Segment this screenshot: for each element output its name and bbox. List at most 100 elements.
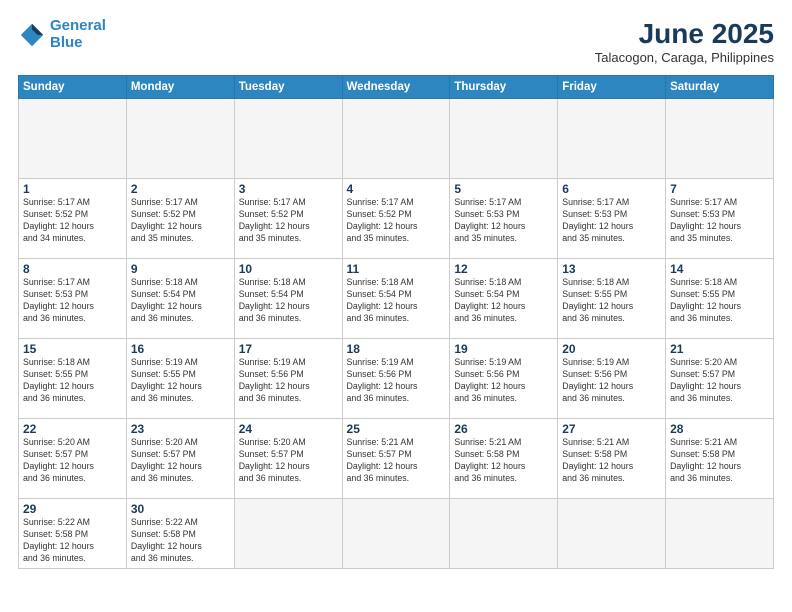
- calendar: SundayMondayTuesdayWednesdayThursdayFrid…: [18, 75, 774, 569]
- month-title: June 2025: [595, 18, 774, 50]
- calendar-cell: 6 Sunrise: 5:17 AMSunset: 5:53 PMDayligh…: [558, 179, 666, 259]
- col-header-sunday: Sunday: [19, 76, 127, 99]
- calendar-week-0: [19, 99, 774, 179]
- calendar-cell: [234, 99, 342, 179]
- calendar-cell: [558, 99, 666, 179]
- calendar-cell: 23 Sunrise: 5:20 AMSunset: 5:57 PMDaylig…: [126, 419, 234, 499]
- day-info: Sunrise: 5:18 AMSunset: 5:54 PMDaylight:…: [131, 277, 202, 323]
- location: Talacogon, Caraga, Philippines: [595, 50, 774, 65]
- calendar-cell: 24 Sunrise: 5:20 AMSunset: 5:57 PMDaylig…: [234, 419, 342, 499]
- calendar-cell: [666, 99, 774, 179]
- day-info: Sunrise: 5:20 AMSunset: 5:57 PMDaylight:…: [670, 357, 741, 403]
- logo-icon: [18, 21, 46, 49]
- day-info: Sunrise: 5:21 AMSunset: 5:58 PMDaylight:…: [562, 437, 633, 483]
- day-info: Sunrise: 5:19 AMSunset: 5:56 PMDaylight:…: [347, 357, 418, 403]
- day-info: Sunrise: 5:20 AMSunset: 5:57 PMDaylight:…: [23, 437, 94, 483]
- calendar-cell: 27 Sunrise: 5:21 AMSunset: 5:58 PMDaylig…: [558, 419, 666, 499]
- day-info: Sunrise: 5:18 AMSunset: 5:54 PMDaylight:…: [454, 277, 525, 323]
- day-info: Sunrise: 5:22 AMSunset: 5:58 PMDaylight:…: [131, 517, 202, 563]
- day-info: Sunrise: 5:21 AMSunset: 5:58 PMDaylight:…: [670, 437, 741, 483]
- day-number: 17: [239, 342, 338, 356]
- calendar-cell: 3 Sunrise: 5:17 AMSunset: 5:52 PMDayligh…: [234, 179, 342, 259]
- calendar-cell: 9 Sunrise: 5:18 AMSunset: 5:54 PMDayligh…: [126, 259, 234, 339]
- col-header-friday: Friday: [558, 76, 666, 99]
- title-block: June 2025 Talacogon, Caraga, Philippines: [595, 18, 774, 65]
- calendar-cell: 2 Sunrise: 5:17 AMSunset: 5:52 PMDayligh…: [126, 179, 234, 259]
- calendar-cell: 17 Sunrise: 5:19 AMSunset: 5:56 PMDaylig…: [234, 339, 342, 419]
- day-info: Sunrise: 5:18 AMSunset: 5:55 PMDaylight:…: [562, 277, 633, 323]
- calendar-header-row: SundayMondayTuesdayWednesdayThursdayFrid…: [19, 76, 774, 99]
- day-number: 20: [562, 342, 661, 356]
- calendar-cell: 12 Sunrise: 5:18 AMSunset: 5:54 PMDaylig…: [450, 259, 558, 339]
- calendar-cell: 22 Sunrise: 5:20 AMSunset: 5:57 PMDaylig…: [19, 419, 127, 499]
- calendar-cell: [342, 99, 450, 179]
- calendar-cell: 18 Sunrise: 5:19 AMSunset: 5:56 PMDaylig…: [342, 339, 450, 419]
- day-info: Sunrise: 5:17 AMSunset: 5:53 PMDaylight:…: [670, 197, 741, 243]
- calendar-week-5: 29 Sunrise: 5:22 AMSunset: 5:58 PMDaylig…: [19, 499, 774, 569]
- day-number: 4: [347, 182, 446, 196]
- day-number: 18: [347, 342, 446, 356]
- calendar-cell: 11 Sunrise: 5:18 AMSunset: 5:54 PMDaylig…: [342, 259, 450, 339]
- day-info: Sunrise: 5:17 AMSunset: 5:53 PMDaylight:…: [562, 197, 633, 243]
- day-number: 1: [23, 182, 122, 196]
- day-number: 13: [562, 262, 661, 276]
- calendar-cell: 15 Sunrise: 5:18 AMSunset: 5:55 PMDaylig…: [19, 339, 127, 419]
- calendar-cell: 19 Sunrise: 5:19 AMSunset: 5:56 PMDaylig…: [450, 339, 558, 419]
- calendar-cell: 10 Sunrise: 5:18 AMSunset: 5:54 PMDaylig…: [234, 259, 342, 339]
- day-info: Sunrise: 5:20 AMSunset: 5:57 PMDaylight:…: [131, 437, 202, 483]
- calendar-cell: [558, 499, 666, 569]
- calendar-cell: 7 Sunrise: 5:17 AMSunset: 5:53 PMDayligh…: [666, 179, 774, 259]
- calendar-cell: 1 Sunrise: 5:17 AMSunset: 5:52 PMDayligh…: [19, 179, 127, 259]
- day-number: 25: [347, 422, 446, 436]
- day-info: Sunrise: 5:19 AMSunset: 5:56 PMDaylight:…: [239, 357, 310, 403]
- calendar-week-3: 15 Sunrise: 5:18 AMSunset: 5:55 PMDaylig…: [19, 339, 774, 419]
- day-info: Sunrise: 5:19 AMSunset: 5:56 PMDaylight:…: [562, 357, 633, 403]
- day-info: Sunrise: 5:17 AMSunset: 5:52 PMDaylight:…: [239, 197, 310, 243]
- day-number: 24: [239, 422, 338, 436]
- day-number: 11: [347, 262, 446, 276]
- day-number: 3: [239, 182, 338, 196]
- day-info: Sunrise: 5:19 AMSunset: 5:55 PMDaylight:…: [131, 357, 202, 403]
- day-info: Sunrise: 5:17 AMSunset: 5:53 PMDaylight:…: [454, 197, 525, 243]
- calendar-cell: 30 Sunrise: 5:22 AMSunset: 5:58 PMDaylig…: [126, 499, 234, 569]
- day-number: 2: [131, 182, 230, 196]
- day-info: Sunrise: 5:18 AMSunset: 5:54 PMDaylight:…: [239, 277, 310, 323]
- day-info: Sunrise: 5:17 AMSunset: 5:53 PMDaylight:…: [23, 277, 94, 323]
- col-header-tuesday: Tuesday: [234, 76, 342, 99]
- calendar-cell: [666, 499, 774, 569]
- calendar-week-1: 1 Sunrise: 5:17 AMSunset: 5:52 PMDayligh…: [19, 179, 774, 259]
- calendar-cell: [234, 499, 342, 569]
- calendar-cell: [342, 499, 450, 569]
- logo-line1: General: [50, 17, 106, 34]
- day-info: Sunrise: 5:19 AMSunset: 5:56 PMDaylight:…: [454, 357, 525, 403]
- day-number: 15: [23, 342, 122, 356]
- calendar-cell: 4 Sunrise: 5:17 AMSunset: 5:52 PMDayligh…: [342, 179, 450, 259]
- calendar-week-4: 22 Sunrise: 5:20 AMSunset: 5:57 PMDaylig…: [19, 419, 774, 499]
- day-info: Sunrise: 5:17 AMSunset: 5:52 PMDaylight:…: [131, 197, 202, 243]
- day-number: 9: [131, 262, 230, 276]
- day-number: 12: [454, 262, 553, 276]
- day-info: Sunrise: 5:17 AMSunset: 5:52 PMDaylight:…: [23, 197, 94, 243]
- day-info: Sunrise: 5:22 AMSunset: 5:58 PMDaylight:…: [23, 517, 94, 563]
- calendar-cell: 16 Sunrise: 5:19 AMSunset: 5:55 PMDaylig…: [126, 339, 234, 419]
- day-number: 29: [23, 502, 122, 516]
- col-header-thursday: Thursday: [450, 76, 558, 99]
- day-info: Sunrise: 5:20 AMSunset: 5:57 PMDaylight:…: [239, 437, 310, 483]
- day-number: 30: [131, 502, 230, 516]
- day-info: Sunrise: 5:21 AMSunset: 5:57 PMDaylight:…: [347, 437, 418, 483]
- day-info: Sunrise: 5:18 AMSunset: 5:55 PMDaylight:…: [23, 357, 94, 403]
- calendar-cell: 28 Sunrise: 5:21 AMSunset: 5:58 PMDaylig…: [666, 419, 774, 499]
- calendar-cell: 21 Sunrise: 5:20 AMSunset: 5:57 PMDaylig…: [666, 339, 774, 419]
- calendar-cell: [19, 99, 127, 179]
- day-info: Sunrise: 5:18 AMSunset: 5:54 PMDaylight:…: [347, 277, 418, 323]
- calendar-cell: 8 Sunrise: 5:17 AMSunset: 5:53 PMDayligh…: [19, 259, 127, 339]
- day-number: 21: [670, 342, 769, 356]
- day-number: 23: [131, 422, 230, 436]
- col-header-wednesday: Wednesday: [342, 76, 450, 99]
- calendar-cell: 26 Sunrise: 5:21 AMSunset: 5:58 PMDaylig…: [450, 419, 558, 499]
- logo-line2: Blue: [50, 34, 83, 51]
- day-info: Sunrise: 5:21 AMSunset: 5:58 PMDaylight:…: [454, 437, 525, 483]
- calendar-cell: 5 Sunrise: 5:17 AMSunset: 5:53 PMDayligh…: [450, 179, 558, 259]
- day-number: 6: [562, 182, 661, 196]
- logo-text: General Blue: [50, 18, 106, 51]
